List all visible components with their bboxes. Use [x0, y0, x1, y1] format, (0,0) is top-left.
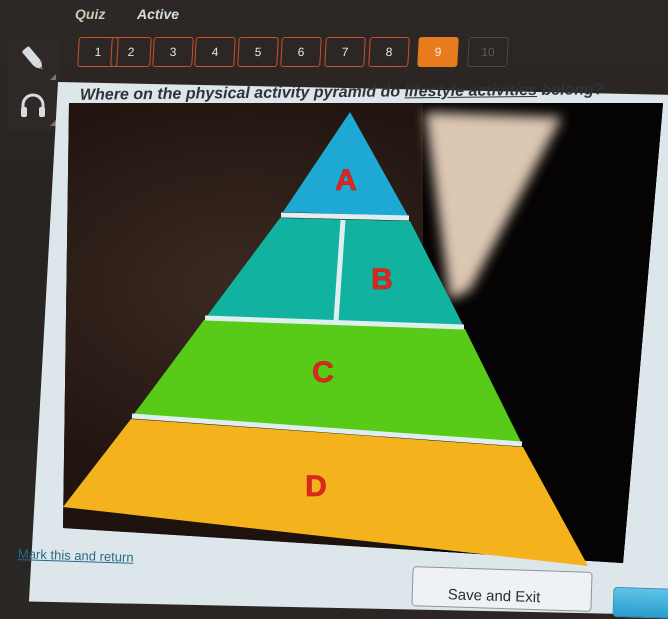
pyramid-label-b: B [371, 263, 393, 296]
next-button[interactable] [612, 586, 668, 619]
pyramid-diagram: A B C D [63, 112, 588, 566]
save-and-exit-button[interactable]: Save and Exit [411, 566, 593, 612]
pyramid-label-a: A [335, 164, 357, 197]
pyramid-label-c: C [312, 356, 334, 389]
glare-reflection [425, 112, 562, 300]
pyramid-label-d: D [305, 470, 327, 503]
pyramid-divider [280, 212, 410, 221]
